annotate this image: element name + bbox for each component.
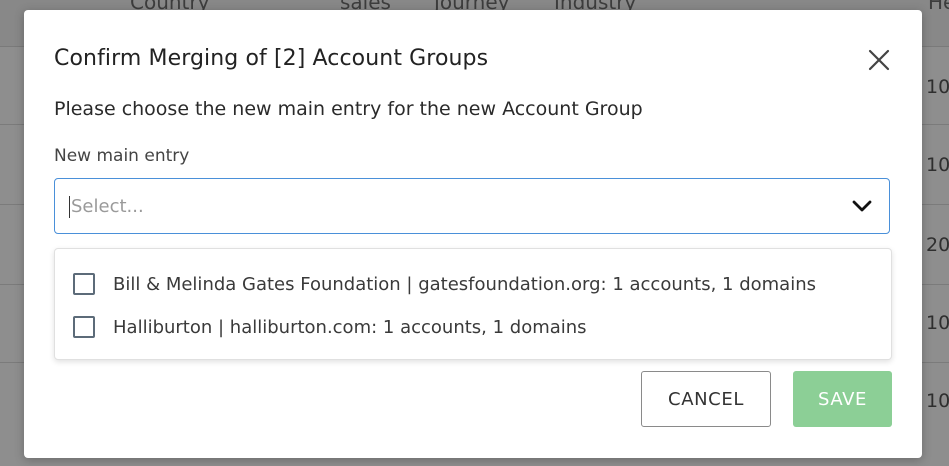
option-checkbox[interactable] (73, 273, 95, 295)
column-header-he: He (928, 0, 949, 14)
close-button[interactable] (866, 47, 892, 73)
cancel-button[interactable]: CANCEL (641, 371, 771, 427)
option-checkbox[interactable] (73, 316, 95, 338)
table-cell: 10 (926, 76, 949, 98)
dialog-subtitle: Please choose the new main entry for the… (54, 98, 643, 120)
option-gates-foundation[interactable]: Bill & Melinda Gates Foundation | gatesf… (73, 270, 816, 298)
dialog-title: Confirm Merging of [2] Account Groups (54, 46, 489, 71)
table-cell: 20 (926, 234, 949, 256)
table-cell: 10 (926, 390, 949, 412)
option-halliburton[interactable]: Halliburton | halliburton.com: 1 account… (73, 313, 587, 341)
save-button[interactable]: SAVE (793, 371, 892, 427)
main-entry-label: New main entry (54, 146, 190, 166)
merge-dialog: Confirm Merging of [2] Account Groups Pl… (24, 10, 922, 458)
option-label: Bill & Melinda Gates Foundation | gatesf… (113, 273, 816, 295)
table-cell: 10 (926, 312, 949, 334)
close-icon (868, 49, 890, 71)
text-cursor (69, 196, 70, 218)
table-cell: 10 (926, 154, 949, 176)
select-placeholder: Select... (71, 196, 144, 217)
option-label: Halliburton | halliburton.com: 1 account… (113, 316, 587, 338)
options-dropdown: Bill & Melinda Gates Foundation | gatesf… (54, 248, 892, 360)
main-entry-select[interactable]: Select... (54, 178, 890, 234)
chevron-down-icon[interactable] (851, 197, 873, 215)
